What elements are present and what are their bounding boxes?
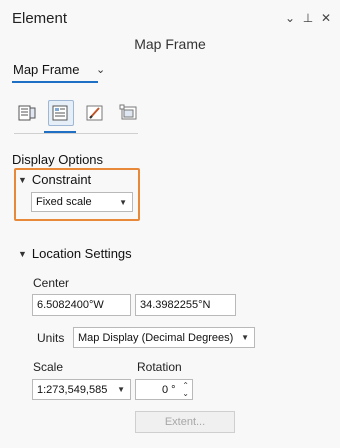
rotation-spinner[interactable]: ⌃ ⌄ <box>182 381 189 398</box>
center-x-input[interactable]: 6.5082400°W <box>32 294 131 316</box>
rotation-label: Rotation <box>137 360 182 374</box>
map-frame-selector[interactable]: Map Frame <box>13 62 79 77</box>
extent-button[interactable]: Extent... <box>135 411 235 433</box>
tab-symbology[interactable] <box>82 100 108 126</box>
placement-icon <box>119 104 137 120</box>
tab-divider <box>14 133 138 134</box>
panel-subtitle: Map Frame <box>134 36 206 52</box>
caret-down-icon[interactable]: ▼ <box>18 249 27 259</box>
center-x-value: 6.5082400°W <box>37 299 104 311</box>
panel-controls: ⌄ ⊥ ✕ <box>284 11 332 25</box>
constraint-value: Fixed scale <box>36 196 92 208</box>
scale-dropdown[interactable]: 1:273,549,585 ▼ <box>32 379 131 400</box>
close-icon[interactable]: ✕ <box>320 11 332 25</box>
constraint-dropdown[interactable]: Fixed scale ▼ <box>31 192 133 212</box>
rotation-value: 0 ° <box>162 383 176 396</box>
selector-underline <box>12 81 98 83</box>
pin-icon[interactable]: ⊥ <box>302 11 314 25</box>
constraint-label: Constraint <box>31 172 92 187</box>
dropdown-arrow-icon: ▼ <box>117 385 125 394</box>
scale-label: Scale <box>33 360 64 374</box>
center-y-value: 34.3982255°N <box>140 299 211 311</box>
location-settings-group-header[interactable]: ▼ Location Settings <box>18 246 132 261</box>
pen-icon <box>86 105 103 121</box>
rotation-input[interactable]: 0 ° ⌃ ⌄ <box>135 379 193 400</box>
chevron-down-icon[interactable]: ⌄ <box>96 63 105 76</box>
dropdown-arrow-icon: ▼ <box>241 333 249 342</box>
chevron-down-icon[interactable]: ⌄ <box>284 11 296 25</box>
display-options-heading: Display Options <box>12 152 104 167</box>
tab-bar <box>14 100 142 126</box>
caret-down-icon[interactable]: ▼ <box>18 175 27 185</box>
location-settings-label: Location Settings <box>31 246 132 261</box>
units-label: Units <box>37 331 65 345</box>
constraint-group-header[interactable]: ▼ Constraint <box>18 172 91 187</box>
dropdown-arrow-icon: ▼ <box>119 197 127 207</box>
options-icon <box>18 105 36 121</box>
scale-value: 1:273,549,585 <box>37 383 108 396</box>
tab-placement[interactable] <box>116 100 142 126</box>
center-label: Center <box>33 276 70 290</box>
spinner-down-icon[interactable]: ⌄ <box>182 389 189 398</box>
center-y-input[interactable]: 34.3982255°N <box>135 294 236 316</box>
units-value: Map Display (Decimal Degrees) <box>78 331 234 344</box>
panel-title: Element <box>12 10 68 27</box>
tab-options[interactable] <box>14 100 40 126</box>
tab-display[interactable] <box>48 100 74 126</box>
units-dropdown[interactable]: Map Display (Decimal Degrees) ▼ <box>73 327 255 348</box>
display-icon <box>52 105 68 121</box>
